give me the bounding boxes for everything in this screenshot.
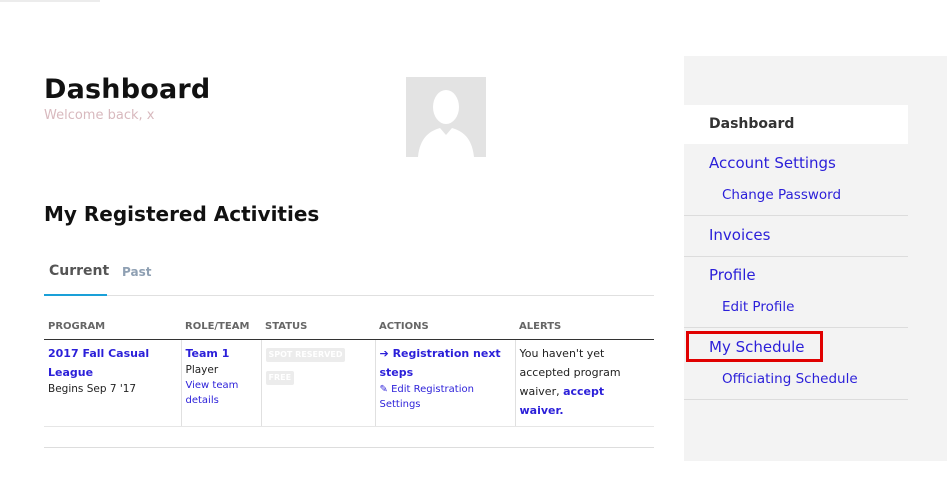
sidebar-item-profile[interactable]: Profile (709, 266, 756, 284)
role-team-cell: Team 1 Player View team details (181, 339, 262, 427)
edit-icon: ✎ (379, 384, 388, 395)
table-header-row: PROGRAM ROLE/TEAM STATUS ACTIONS ALERTS (44, 315, 654, 340)
table-bottom-divider (44, 447, 654, 448)
column-header-alerts: ALERTS (515, 315, 654, 340)
avatar[interactable] (406, 77, 486, 157)
sidebar-item-dashboard[interactable]: Dashboard (684, 105, 908, 144)
tab-current[interactable]: Current (44, 255, 110, 296)
view-team-details-link[interactable]: View team details (186, 378, 256, 408)
program-link[interactable]: 2017 Fall Casual League (48, 344, 176, 382)
top-bar (0, 0, 100, 2)
page-title: Dashboard (44, 74, 211, 105)
sidebar-item-change-password[interactable]: Change Password (722, 187, 841, 203)
table-row: 2017 Fall Casual League Begins Sep 7 '17… (44, 339, 654, 427)
sidebar: Dashboard Account Settings Change Passwo… (684, 56, 947, 461)
program-cell: 2017 Fall Casual League Begins Sep 7 '17 (44, 339, 182, 427)
sidebar-item-account-settings[interactable]: Account Settings (709, 154, 836, 172)
program-begins: Begins Sep 7 '17 (48, 383, 137, 395)
registrations-table: PROGRAM ROLE/TEAM STATUS ACTIONS ALERTS … (44, 315, 654, 427)
sidebar-item-edit-profile[interactable]: Edit Profile (722, 299, 794, 315)
column-header-role-team: ROLE/TEAM (181, 315, 261, 340)
sidebar-group-account: Account Settings Change Password (684, 144, 908, 216)
tab-past[interactable]: Past (122, 265, 151, 279)
column-header-actions: ACTIONS (375, 315, 515, 340)
column-header-status: STATUS (261, 315, 375, 340)
alerts-cell: You haven't yet accepted program waiver,… (515, 339, 654, 427)
registration-next-steps-label: Registration next steps (379, 347, 501, 379)
edit-registration-settings-link[interactable]: ✎ Edit Registration Settings (380, 382, 510, 412)
sidebar-item-dashboard-label: Dashboard (709, 116, 795, 132)
section-title: My Registered Activities (44, 202, 320, 226)
avatar-placeholder-icon (406, 77, 486, 157)
activity-tabs: Current Past (44, 255, 654, 296)
column-header-program: PROGRAM (44, 315, 181, 340)
arrow-right-icon: ➔ (379, 347, 389, 360)
welcome-text: Welcome back, x (44, 108, 155, 123)
role-text: Player (185, 364, 219, 376)
my-schedule-highlight (686, 331, 823, 362)
edit-registration-settings-label: Edit Registration Settings (379, 384, 474, 410)
status-badge-free: FREE (265, 371, 295, 385)
sidebar-item-officiating-schedule[interactable]: Officiating Schedule (722, 371, 858, 387)
sidebar-item-invoices[interactable]: Invoices (709, 226, 770, 244)
status-badge-spot-reserved: SPOT RESERVED (265, 348, 346, 362)
sidebar-group-profile: Profile Edit Profile (684, 257, 908, 328)
sidebar-group-invoices: Invoices (684, 216, 908, 257)
actions-cell: ➔ Registration next steps ✎ Edit Registr… (375, 339, 516, 427)
team-link[interactable]: Team 1 (186, 344, 256, 363)
status-cell: SPOT RESERVED FREE (261, 339, 376, 427)
tab-current-label: Current (49, 263, 110, 279)
registration-next-steps-link[interactable]: ➔ Registration next steps (380, 344, 510, 382)
